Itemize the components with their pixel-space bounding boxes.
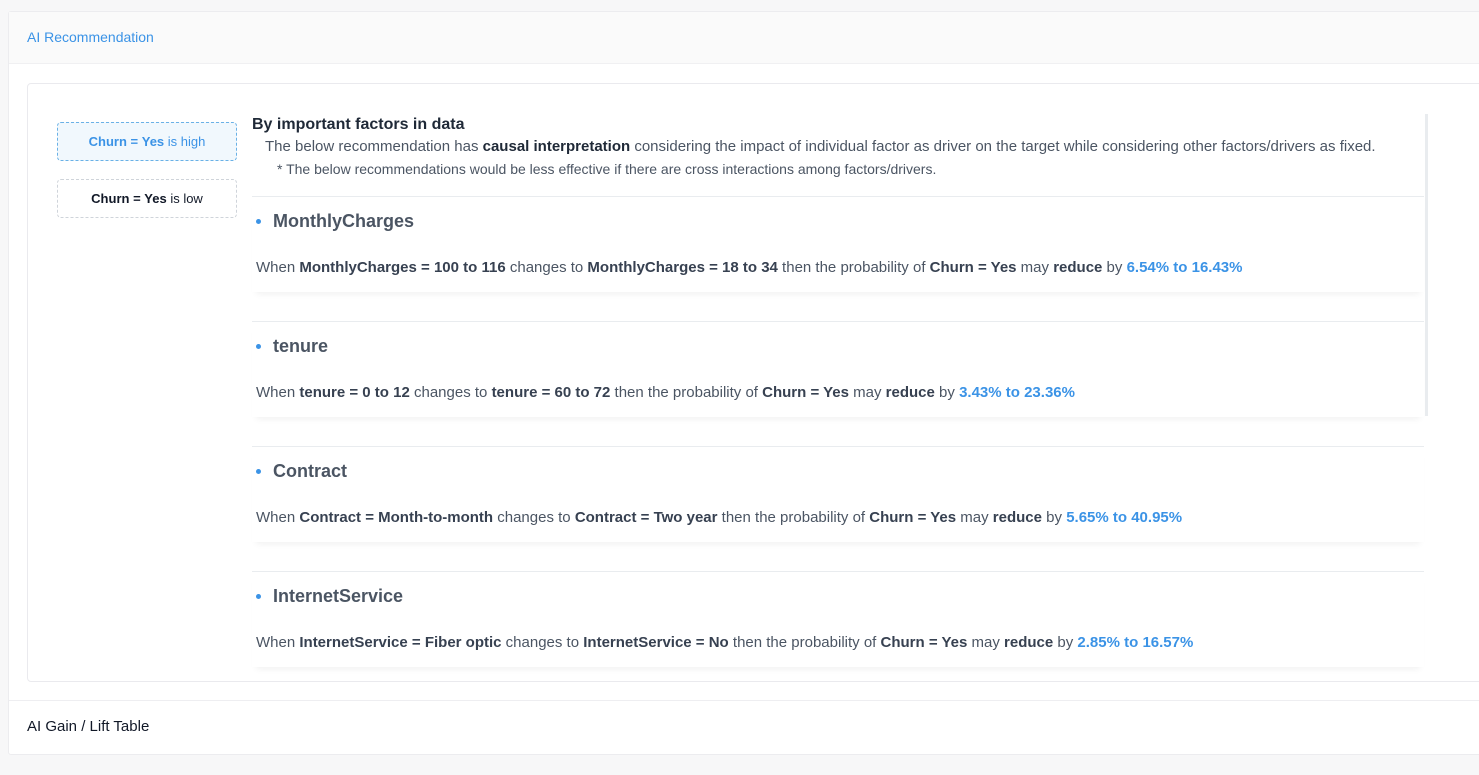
toggle-target: Churn (91, 191, 130, 206)
intro-description: The below recommendation has causal inte… (265, 138, 1376, 155)
factor-title: tenure (256, 336, 328, 357)
gain-lift-table-header[interactable]: AI Gain / Lift Table (27, 718, 149, 735)
factor-range: 2.85% to 16.57% (1077, 634, 1194, 651)
toggle-suffix: is low (166, 191, 203, 206)
toggle-churn-low[interactable]: Churn = Yes is low (57, 179, 237, 218)
bullet-icon (256, 344, 261, 349)
factor-recommendation: When Contract = Month-to-month changes t… (256, 509, 1183, 526)
factor-contract: Contract When Contract = Month-to-month … (252, 446, 1424, 542)
intro: By important factors in data The below r… (252, 114, 1432, 180)
toggle-value: Yes (141, 134, 165, 149)
factor-range: 6.54% to 16.43% (1126, 259, 1243, 276)
intro-title: By important factors in data (252, 116, 465, 133)
recommendation-card: Churn = Yes is high Churn = Yes is low B… (27, 83, 1479, 682)
factor-recommendation: When InternetService = Fiber optic chang… (256, 634, 1194, 651)
toggle-value: Yes (144, 191, 167, 206)
intro-note: * The below recommendations would be les… (277, 161, 937, 177)
factor-recommendation: When MonthlyCharges = 100 to 116 changes… (256, 259, 1243, 276)
bullet-icon (256, 469, 261, 474)
toggle-churn-high[interactable]: Churn = Yes is high (57, 122, 237, 161)
factor-title: MonthlyCharges (256, 211, 414, 232)
factor-range: 5.65% to 40.95% (1066, 509, 1183, 526)
toggle-target: Churn (88, 134, 127, 149)
factor-title: InternetService (256, 586, 403, 607)
divider (9, 700, 1479, 701)
toggle-eq: = (129, 191, 145, 206)
bullet-icon (256, 594, 261, 599)
bullet-icon (256, 219, 261, 224)
factor-recommendation: When tenure = 0 to 12 changes to tenure … (256, 384, 1075, 401)
factor-internetservice: InternetService When InternetService = F… (252, 571, 1424, 667)
section-title[interactable]: AI Recommendation (27, 29, 154, 45)
section-header[interactable]: AI Recommendation (9, 12, 1479, 64)
toggle-eq: = (126, 134, 142, 149)
recommendation-panel: AI Recommendation Churn = Yes is high Ch… (8, 11, 1479, 755)
factor-range: 3.43% to 23.36% (959, 384, 1075, 401)
factor-monthlycharges: MonthlyCharges When MonthlyCharges = 100… (252, 196, 1424, 292)
factor-tenure: tenure When tenure = 0 to 12 changes to … (252, 321, 1424, 417)
factor-title: Contract (256, 461, 347, 482)
toggle-suffix: is high (164, 134, 206, 149)
